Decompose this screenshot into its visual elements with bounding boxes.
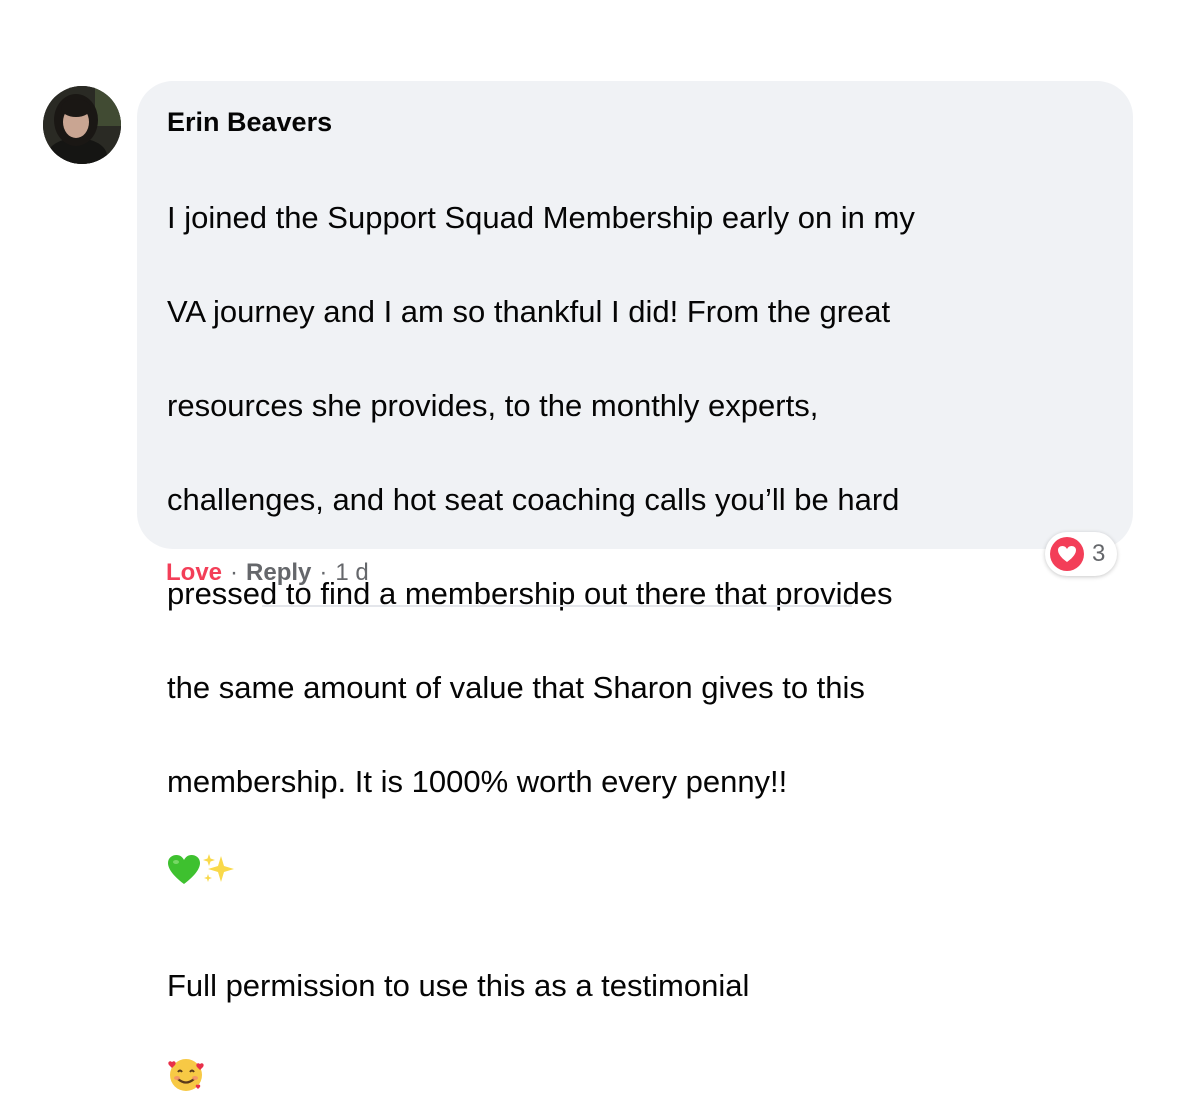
comment-line: Full permission to use this as a testimo… [167, 968, 750, 1003]
comment-author[interactable]: Erin Beavers [167, 105, 1093, 139]
sparkles-icon [201, 805, 235, 899]
separator: · [319, 559, 328, 586]
divider [262, 605, 852, 607]
reply-button[interactable]: Reply [246, 559, 311, 587]
separator: · [230, 559, 239, 586]
comment-body: I joined the Support Squad Membership ea… [167, 147, 1093, 946]
profile-photo [43, 86, 121, 164]
green-heart-icon [167, 805, 201, 899]
love-button[interactable]: Love [166, 559, 222, 587]
avatar[interactable] [43, 86, 121, 164]
comment-line-last: membership. It is 1000% worth every penn… [167, 758, 1093, 899]
comment-actions: Love · Reply · 1 d [166, 559, 369, 587]
comment-bubble: Erin Beavers I joined the Support Squad … [137, 81, 1133, 1091]
comment-line: challenges, and hot seat coaching calls … [167, 482, 900, 517]
comment-line: the same amount of value that Sharon giv… [167, 670, 865, 705]
comment-line: membership. It is 1000% worth every penn… [167, 764, 788, 799]
reaction-count: 3 [1092, 540, 1106, 567]
comment-line: VA journey and I am so thankful I did! F… [167, 294, 891, 329]
reaction-summary[interactable]: 3 [1045, 532, 1118, 576]
comment-paragraph-2: Full permission to use this as a testimo… [167, 962, 1093, 1107]
love-reaction-icon [1050, 537, 1084, 571]
comment-line: I joined the Support Squad Membership ea… [167, 200, 915, 235]
timestamp[interactable]: 1 d [335, 559, 368, 587]
smiling-face-with-hearts-icon [167, 1009, 205, 1107]
comment-line: resources she provides, to the monthly e… [167, 388, 819, 423]
